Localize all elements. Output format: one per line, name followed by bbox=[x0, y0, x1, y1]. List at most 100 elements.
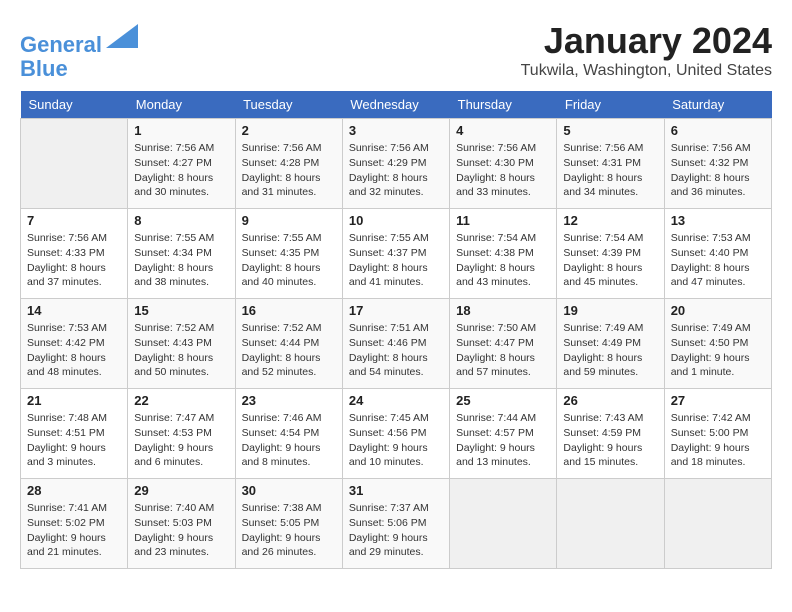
day-info: Sunrise: 7:47 AMSunset: 4:53 PMDaylight:… bbox=[134, 411, 228, 470]
day-info: Sunrise: 7:56 AMSunset: 4:29 PMDaylight:… bbox=[349, 141, 443, 200]
day-info: Sunrise: 7:56 AMSunset: 4:31 PMDaylight:… bbox=[563, 141, 657, 200]
calendar-cell: 5 Sunrise: 7:56 AMSunset: 4:31 PMDaylight… bbox=[557, 119, 664, 209]
day-info: Sunrise: 7:55 AMSunset: 4:37 PMDaylight:… bbox=[349, 231, 443, 290]
day-number: 11 bbox=[456, 213, 550, 228]
day-number: 27 bbox=[671, 393, 765, 408]
day-number: 12 bbox=[563, 213, 657, 228]
calendar-week-row: 1 Sunrise: 7:56 AMSunset: 4:27 PMDaylight… bbox=[21, 119, 772, 209]
day-info: Sunrise: 7:56 AMSunset: 4:28 PMDaylight:… bbox=[242, 141, 336, 200]
day-info: Sunrise: 7:43 AMSunset: 4:59 PMDaylight:… bbox=[563, 411, 657, 470]
weekday-header: Sunday bbox=[21, 91, 128, 119]
day-number: 4 bbox=[456, 123, 550, 138]
header: General Blue January 2024 Tukwila, Washi… bbox=[20, 20, 772, 81]
day-info: Sunrise: 7:45 AMSunset: 4:56 PMDaylight:… bbox=[349, 411, 443, 470]
day-info: Sunrise: 7:56 AMSunset: 4:30 PMDaylight:… bbox=[456, 141, 550, 200]
day-number: 20 bbox=[671, 303, 765, 318]
day-number: 14 bbox=[27, 303, 121, 318]
day-number: 15 bbox=[134, 303, 228, 318]
weekday-header: Wednesday bbox=[342, 91, 449, 119]
calendar-cell: 24 Sunrise: 7:45 AMSunset: 4:56 PMDayligh… bbox=[342, 389, 449, 479]
calendar-cell: 10Sunrise: 7:55 AMSunset: 4:37 PMDayligh… bbox=[342, 209, 449, 299]
calendar-cell: 13Sunrise: 7:53 AMSunset: 4:40 PMDayligh… bbox=[664, 209, 771, 299]
header-row: SundayMondayTuesdayWednesdayThursdayFrid… bbox=[21, 91, 772, 119]
day-info: Sunrise: 7:54 AMSunset: 4:39 PMDaylight:… bbox=[563, 231, 657, 290]
calendar-cell: 21 Sunrise: 7:48 AMSunset: 4:51 PMDayligh… bbox=[21, 389, 128, 479]
calendar: SundayMondayTuesdayWednesdayThursdayFrid… bbox=[20, 91, 772, 569]
logo-icon bbox=[106, 20, 138, 52]
location: Tukwila, Washington, United States bbox=[521, 62, 772, 80]
calendar-week-row: 14Sunrise: 7:53 AMSunset: 4:42 PMDayligh… bbox=[21, 299, 772, 389]
calendar-cell: 3 Sunrise: 7:56 AMSunset: 4:29 PMDaylight… bbox=[342, 119, 449, 209]
day-number: 24 bbox=[349, 393, 443, 408]
calendar-cell: 30Sunrise: 7:38 AMSunset: 5:05 PMDayligh… bbox=[235, 479, 342, 569]
calendar-cell: 19Sunrise: 7:49 AMSunset: 4:49 PMDayligh… bbox=[557, 299, 664, 389]
calendar-week-row: 28 Sunrise: 7:41 AMSunset: 5:02 PMDayligh… bbox=[21, 479, 772, 569]
calendar-cell: 9 Sunrise: 7:55 AMSunset: 4:35 PMDaylight… bbox=[235, 209, 342, 299]
day-info: Sunrise: 7:54 AMSunset: 4:38 PMDaylight:… bbox=[456, 231, 550, 290]
day-info: Sunrise: 7:40 AMSunset: 5:03 PMDaylight:… bbox=[134, 501, 228, 560]
day-info: Sunrise: 7:49 AMSunset: 4:50 PMDaylight:… bbox=[671, 321, 765, 380]
calendar-header: SundayMondayTuesdayWednesdayThursdayFrid… bbox=[21, 91, 772, 119]
calendar-cell: 18Sunrise: 7:50 AMSunset: 4:47 PMDayligh… bbox=[450, 299, 557, 389]
day-number: 18 bbox=[456, 303, 550, 318]
day-info: Sunrise: 7:38 AMSunset: 5:05 PMDaylight:… bbox=[242, 501, 336, 560]
day-info: Sunrise: 7:37 AMSunset: 5:06 PMDaylight:… bbox=[349, 501, 443, 560]
day-info: Sunrise: 7:52 AMSunset: 4:44 PMDaylight:… bbox=[242, 321, 336, 380]
day-info: Sunrise: 7:49 AMSunset: 4:49 PMDaylight:… bbox=[563, 321, 657, 380]
day-info: Sunrise: 7:51 AMSunset: 4:46 PMDaylight:… bbox=[349, 321, 443, 380]
calendar-cell: 28 Sunrise: 7:41 AMSunset: 5:02 PMDayligh… bbox=[21, 479, 128, 569]
calendar-cell: 15 Sunrise: 7:52 AMSunset: 4:43 PMDayligh… bbox=[128, 299, 235, 389]
logo: General Blue bbox=[20, 20, 138, 81]
calendar-cell bbox=[557, 479, 664, 569]
day-info: Sunrise: 7:55 AMSunset: 4:34 PMDaylight:… bbox=[134, 231, 228, 290]
calendar-week-row: 21 Sunrise: 7:48 AMSunset: 4:51 PMDayligh… bbox=[21, 389, 772, 479]
calendar-body: 1 Sunrise: 7:56 AMSunset: 4:27 PMDaylight… bbox=[21, 119, 772, 569]
day-info: Sunrise: 7:55 AMSunset: 4:35 PMDaylight:… bbox=[242, 231, 336, 290]
day-info: Sunrise: 7:46 AMSunset: 4:54 PMDaylight:… bbox=[242, 411, 336, 470]
day-number: 9 bbox=[242, 213, 336, 228]
calendar-cell: 8 Sunrise: 7:55 AMSunset: 4:34 PMDaylight… bbox=[128, 209, 235, 299]
day-info: Sunrise: 7:56 AMSunset: 4:32 PMDaylight:… bbox=[671, 141, 765, 200]
day-number: 23 bbox=[242, 393, 336, 408]
day-number: 3 bbox=[349, 123, 443, 138]
calendar-cell: 23 Sunrise: 7:46 AMSunset: 4:54 PMDayligh… bbox=[235, 389, 342, 479]
day-info: Sunrise: 7:44 AMSunset: 4:57 PMDaylight:… bbox=[456, 411, 550, 470]
calendar-cell: 25Sunrise: 7:44 AMSunset: 4:57 PMDayligh… bbox=[450, 389, 557, 479]
day-info: Sunrise: 7:52 AMSunset: 4:43 PMDaylight:… bbox=[134, 321, 228, 380]
calendar-cell bbox=[664, 479, 771, 569]
day-info: Sunrise: 7:48 AMSunset: 4:51 PMDaylight:… bbox=[27, 411, 121, 470]
title-area: January 2024 Tukwila, Washington, United… bbox=[521, 20, 772, 80]
month-title: January 2024 bbox=[521, 20, 772, 62]
calendar-cell: 27Sunrise: 7:42 AMSunset: 5:00 PMDayligh… bbox=[664, 389, 771, 479]
day-number: 8 bbox=[134, 213, 228, 228]
logo-text: General bbox=[20, 20, 138, 57]
day-number: 16 bbox=[242, 303, 336, 318]
calendar-cell: 29Sunrise: 7:40 AMSunset: 5:03 PMDayligh… bbox=[128, 479, 235, 569]
calendar-cell: 16 Sunrise: 7:52 AMSunset: 4:44 PMDayligh… bbox=[235, 299, 342, 389]
calendar-cell: 7Sunrise: 7:56 AMSunset: 4:33 PMDaylight… bbox=[21, 209, 128, 299]
day-info: Sunrise: 7:56 AMSunset: 4:27 PMDaylight:… bbox=[134, 141, 228, 200]
day-info: Sunrise: 7:41 AMSunset: 5:02 PMDaylight:… bbox=[27, 501, 121, 560]
day-number: 22 bbox=[134, 393, 228, 408]
day-number: 5 bbox=[563, 123, 657, 138]
calendar-cell: 4 Sunrise: 7:56 AMSunset: 4:30 PMDaylight… bbox=[450, 119, 557, 209]
calendar-cell bbox=[450, 479, 557, 569]
calendar-cell bbox=[21, 119, 128, 209]
logo-blue: Blue bbox=[20, 57, 138, 81]
calendar-cell: 12 Sunrise: 7:54 AMSunset: 4:39 PMDayligh… bbox=[557, 209, 664, 299]
weekday-header: Saturday bbox=[664, 91, 771, 119]
day-info: Sunrise: 7:53 AMSunset: 4:40 PMDaylight:… bbox=[671, 231, 765, 290]
day-number: 21 bbox=[27, 393, 121, 408]
calendar-cell: 20 Sunrise: 7:49 AMSunset: 4:50 PMDayligh… bbox=[664, 299, 771, 389]
weekday-header: Friday bbox=[557, 91, 664, 119]
weekday-header: Thursday bbox=[450, 91, 557, 119]
day-number: 28 bbox=[27, 483, 121, 498]
day-number: 17 bbox=[349, 303, 443, 318]
calendar-cell: 1 Sunrise: 7:56 AMSunset: 4:27 PMDaylight… bbox=[128, 119, 235, 209]
calendar-cell: 17 Sunrise: 7:51 AMSunset: 4:46 PMDayligh… bbox=[342, 299, 449, 389]
day-info: Sunrise: 7:56 AMSunset: 4:33 PMDaylight:… bbox=[27, 231, 121, 290]
weekday-header: Monday bbox=[128, 91, 235, 119]
day-number: 1 bbox=[134, 123, 228, 138]
calendar-week-row: 7Sunrise: 7:56 AMSunset: 4:33 PMDaylight… bbox=[21, 209, 772, 299]
calendar-cell: 14Sunrise: 7:53 AMSunset: 4:42 PMDayligh… bbox=[21, 299, 128, 389]
